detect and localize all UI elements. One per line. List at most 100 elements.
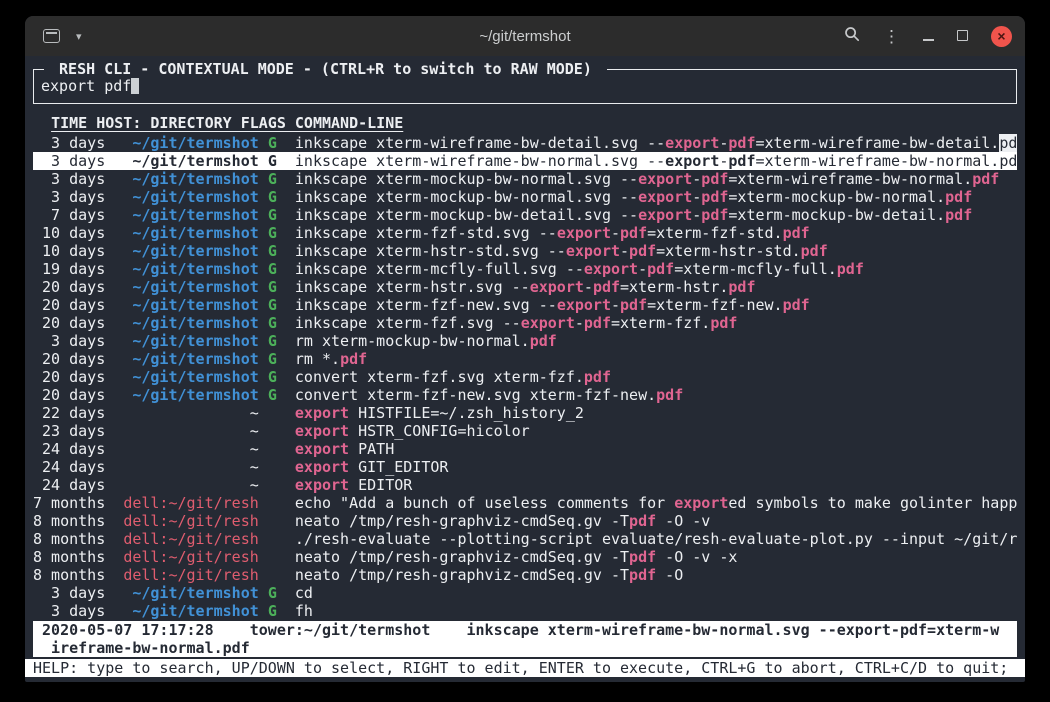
- history-row[interactable]: 3 days ~/git/termshot G inkscape xterm-m…: [33, 170, 1017, 188]
- host-directory: ~/git/termshot: [132, 260, 258, 278]
- host-directory: dell:~/git/resh: [123, 512, 258, 530]
- text-segment: inkscape xterm-fzf-std.svg --: [277, 224, 557, 242]
- match-highlight: pdf: [629, 566, 656, 584]
- text-segment: 8 months: [33, 548, 123, 566]
- text-segment: 10 days: [33, 224, 132, 242]
- search-query-text: export pdf: [41, 77, 131, 95]
- history-row[interactable]: 22 days ~ export HISTFILE=~/.zsh_history…: [33, 404, 1017, 422]
- titlebar: ~/git/termshot ▾ ⋮ ×: [25, 16, 1025, 56]
- text-segment: convert xterm-fzf-new.svg xterm-fzf-new.: [277, 386, 656, 404]
- host-directory: ~/git/termshot: [132, 386, 258, 404]
- history-row[interactable]: 24 days ~ export PATH: [33, 440, 1017, 458]
- terminal-content: RESH CLI - CONTEXTUAL MODE - (CTRL+R to …: [25, 56, 1025, 677]
- terminal-window: ~/git/termshot ▾ ⋮ × RESH CLI - CONTEXTU…: [25, 16, 1025, 682]
- text-segment: [259, 602, 268, 620]
- text-segment: -: [611, 296, 620, 314]
- history-row[interactable]: 10 days ~/git/termshot G inkscape xterm-…: [33, 224, 1017, 242]
- text-segment: [259, 242, 268, 260]
- text-segment: cd: [277, 584, 313, 602]
- text-segment: GIT_EDITOR: [349, 458, 448, 476]
- text-segment: HISTFILE=~/.zsh_history_2: [349, 404, 584, 422]
- text-segment: =xterm-mockup-bw-normal.: [728, 188, 945, 206]
- history-row[interactable]: 7 days ~/git/termshot G inkscape xterm-m…: [33, 206, 1017, 224]
- titlebar-right: ⋮ ×: [844, 26, 1025, 47]
- match-highlight: export: [557, 224, 611, 242]
- text-segment: [259, 134, 268, 152]
- chevron-down-icon[interactable]: ▾: [76, 30, 82, 43]
- text-segment: echo "Add a bunch of useless comments fo…: [259, 494, 674, 512]
- text-segment: EDITOR: [349, 476, 412, 494]
- match-highlight: pdf: [728, 152, 755, 170]
- text-segment: convert xterm-fzf.svg xterm-fzf.: [277, 368, 584, 386]
- text-segment: -: [611, 224, 620, 242]
- history-row[interactable]: 8 months dell:~/git/resh neato /tmp/resh…: [33, 566, 1017, 584]
- new-tab-icon[interactable]: [43, 29, 60, 43]
- flag-badge: G: [268, 170, 277, 188]
- history-row[interactable]: 8 months dell:~/git/resh neato /tmp/resh…: [33, 548, 1017, 566]
- minimize-button[interactable]: [923, 28, 934, 45]
- flag-badge: G: [268, 134, 277, 152]
- match-highlight: export: [665, 134, 719, 152]
- flag-badge: G: [268, 206, 277, 224]
- text-segment: inkscape xterm-fzf.svg --: [277, 314, 521, 332]
- text-segment: [259, 296, 268, 314]
- history-row[interactable]: 3 days ~/git/termshot G cd: [33, 584, 1017, 602]
- search-icon[interactable]: [844, 26, 860, 46]
- history-row[interactable]: 20 days ~/git/termshot G inkscape xterm-…: [33, 296, 1017, 314]
- history-row[interactable]: 19 days ~/git/termshot G inkscape xterm-…: [33, 260, 1017, 278]
- text-segment: [259, 386, 268, 404]
- text-segment: 3 days: [33, 170, 132, 188]
- minimize-icon: [923, 39, 934, 41]
- history-row[interactable]: 20 days ~/git/termshot G convert xterm-f…: [33, 368, 1017, 386]
- flag-badge: G: [268, 584, 277, 602]
- text-segment: [259, 314, 268, 332]
- text-segment: -O -v -x: [656, 548, 737, 566]
- history-row[interactable]: 3 days ~/git/termshot G fh: [33, 602, 1017, 620]
- history-row[interactable]: 24 days ~ export EDITOR: [33, 476, 1017, 494]
- match-highlight: pdf: [530, 332, 557, 350]
- history-row[interactable]: 20 days ~/git/termshot G convert xterm-f…: [33, 386, 1017, 404]
- history-row[interactable]: 23 days ~ export HSTR_CONFIG=hicolor: [33, 422, 1017, 440]
- host-directory: ~/git/termshot: [132, 332, 258, 350]
- text-segment: 20 days: [33, 296, 132, 314]
- history-row-selected[interactable]: 3 days ~/git/termshot G inkscape xterm-w…: [33, 152, 1017, 170]
- history-row[interactable]: 3 days ~/git/termshot G inkscape xterm-m…: [33, 188, 1017, 206]
- text-segment: -: [584, 278, 593, 296]
- match-highlight: pdf: [584, 314, 611, 332]
- history-row[interactable]: 20 days ~/git/termshot G inkscape xterm-…: [33, 278, 1017, 296]
- text-segment: [259, 224, 268, 242]
- text-segment: 19 days: [33, 260, 132, 278]
- text-segment: inkscape xterm-mockup-bw-detail.svg --: [277, 206, 638, 224]
- history-row[interactable]: 24 days ~ export GIT_EDITOR: [33, 458, 1017, 476]
- history-row[interactable]: 8 months dell:~/git/resh neato /tmp/resh…: [33, 512, 1017, 530]
- history-row[interactable]: 7 months dell:~/git/resh echo "Add a bun…: [33, 494, 1017, 512]
- text-segment: =xterm-mockup-bw-detail.: [728, 206, 945, 224]
- history-row[interactable]: 3 days ~/git/termshot G rm xterm-mockup-…: [33, 332, 1017, 350]
- flag-badge: G: [268, 224, 277, 242]
- maximize-button[interactable]: [957, 28, 968, 45]
- match-highlight: export: [638, 188, 692, 206]
- text-segment: -: [692, 188, 701, 206]
- close-button[interactable]: ×: [991, 26, 1012, 47]
- text-segment: [259, 350, 268, 368]
- text-segment: [259, 260, 268, 278]
- history-row[interactable]: 20 days ~/git/termshot G inkscape xterm-…: [33, 314, 1017, 332]
- history-row[interactable]: 20 days ~/git/termshot G rm *.pdf: [33, 350, 1017, 368]
- host-directory: ~/git/termshot: [132, 278, 258, 296]
- text-segment: inkscape xterm-mockup-bw-normal.svg --: [277, 170, 638, 188]
- host-directory: dell:~/git/resh: [123, 494, 258, 512]
- host-directory: ~/git/termshot: [132, 584, 258, 602]
- text-segment: 8 months: [33, 530, 123, 548]
- history-list: 3 days ~/git/termshot G inkscape xterm-w…: [33, 134, 1017, 620]
- history-row[interactable]: 3 days ~/git/termshot G inkscape xterm-w…: [33, 134, 1017, 152]
- text-segment: =xterm-wireframe-bw-normal.: [728, 170, 972, 188]
- match-highlight: export: [295, 476, 349, 494]
- text-segment: ./resh-evaluate --plotting-script evalua…: [259, 530, 1017, 548]
- match-highlight: pdf: [701, 188, 728, 206]
- menu-kebab-icon[interactable]: ⋮: [883, 28, 900, 45]
- history-row[interactable]: 8 months dell:~/git/resh ./resh-evaluate…: [33, 530, 1017, 548]
- history-row[interactable]: 10 days ~/git/termshot G inkscape xterm-…: [33, 242, 1017, 260]
- host-directory: dell:~/git/resh: [123, 548, 258, 566]
- host-directory: ~/git/termshot: [132, 350, 258, 368]
- text-segment: [259, 188, 268, 206]
